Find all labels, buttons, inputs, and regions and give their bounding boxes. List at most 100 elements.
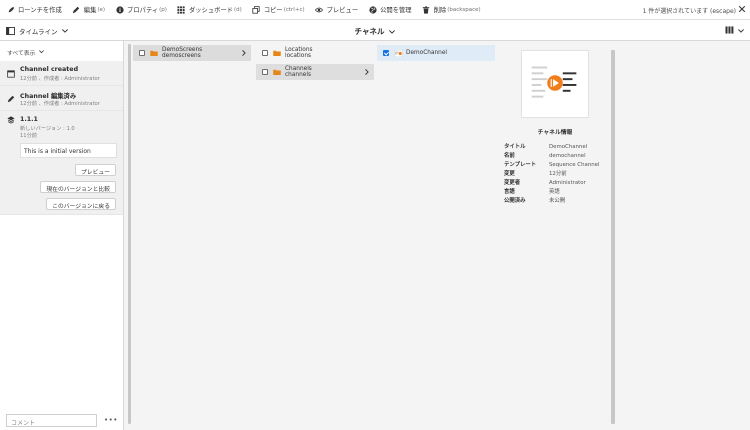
- info-key: 公開済み: [504, 198, 526, 204]
- action-shortcut: (ctrl+c): [283, 6, 305, 13]
- delete-button[interactable]: 削除 (backspace): [422, 5, 481, 14]
- timeline-entry-title: 1.1.1: [20, 116, 38, 123]
- chevron-down-icon: [738, 27, 744, 35]
- item-text: Locations locations: [285, 47, 313, 60]
- selection-count: 1 件が選択されています (escape): [642, 8, 736, 15]
- item-text: Channels channels: [285, 66, 312, 79]
- info-value: DemoChannel: [549, 144, 588, 150]
- compare-version-button[interactable]: 現在のバージョンと比較: [40, 181, 116, 193]
- panel-heading: チャネル情報: [537, 130, 573, 136]
- item-text: DemoScreens demoscreens: [162, 47, 202, 60]
- action-label: 削除: [433, 7, 447, 14]
- column-view: DemoScreens demoscreens Locations location…: [125, 41, 750, 430]
- copy-icon: [252, 5, 261, 14]
- channel-thumbnail: [521, 50, 589, 118]
- view-switcher-button[interactable]: [725, 26, 744, 36]
- more-options-icon[interactable]: •••: [104, 416, 118, 424]
- column-item-channels[interactable]: Channels channels: [256, 64, 374, 80]
- info-value: Sequence Channel: [549, 162, 600, 168]
- header-bar: タイムライン チャネル: [0, 20, 750, 41]
- action-label: プレビュー: [326, 7, 359, 14]
- action-shortcut: (e): [97, 6, 106, 13]
- info-value: 英語: [549, 189, 560, 195]
- page-title-text: チャネル: [354, 27, 385, 36]
- timeline-filter-label: すべて表示: [7, 51, 36, 57]
- info-row: 公開済み 未公開: [504, 196, 565, 204]
- item-checkbox[interactable]: [262, 69, 268, 75]
- item-title: Channels: [285, 65, 312, 72]
- pencil-icon: [7, 95, 15, 103]
- page-title[interactable]: チャネル: [0, 26, 750, 37]
- column-item-locations[interactable]: Locations locations: [256, 45, 374, 61]
- pencil-icon: [72, 5, 81, 14]
- action-label: 公開を管理: [380, 7, 412, 14]
- info-row: 言語 英語: [504, 187, 560, 195]
- timeline-entry[interactable]: Channel 編集済み 12分前 、作成者 : Administrator: [0, 86, 123, 111]
- preview-version-button[interactable]: プレビュー: [75, 164, 116, 176]
- item-checkbox[interactable]: [139, 50, 145, 56]
- column-item-demochannel[interactable]: DemoChannel: [377, 45, 495, 61]
- info-key: 変更: [504, 171, 515, 177]
- action-label: ローンチを作成: [18, 7, 62, 14]
- revert-version-button[interactable]: このバージョンに戻る: [46, 198, 116, 210]
- info-key: タイトル: [504, 144, 526, 150]
- page-icon: [7, 70, 15, 78]
- info-value: 未公開: [549, 198, 566, 204]
- info-key: 名前: [504, 153, 515, 159]
- item-name: locations: [285, 53, 312, 59]
- timeline-entry-meta: 新しいバージョン : 1.0: [20, 126, 75, 132]
- item-checkbox-checked[interactable]: [383, 50, 389, 56]
- copy-button[interactable]: コピー (ctrl+c): [252, 5, 305, 14]
- timeline-entry[interactable]: Channel created 12分前 、作成者 : Administrato…: [0, 61, 123, 86]
- item-name: channels: [285, 72, 311, 78]
- info-row: タイトル DemoChannel: [504, 142, 587, 150]
- action-bar: ローンチを作成 編集 (e) プロパティ (p) ダッシュボード (d) コピー (ct…: [0, 0, 750, 20]
- edit-button[interactable]: 編集 (e): [72, 5, 105, 14]
- scrollbar[interactable]: [611, 50, 615, 424]
- item-title: DemoChannel: [406, 49, 448, 56]
- action-shortcut: (backspace): [447, 6, 481, 13]
- column-view-icon: [725, 26, 734, 36]
- grid-icon: [177, 5, 186, 14]
- action-label: プロパティ: [127, 7, 159, 14]
- chevron-down-icon: [39, 50, 45, 56]
- timeline-entry-time: 11分前: [20, 133, 37, 139]
- action-label: コピー: [263, 7, 283, 14]
- version-comment: This is a initial version: [20, 143, 117, 158]
- info-key: 言語: [504, 189, 515, 195]
- chevron-down-icon: [389, 27, 396, 36]
- column-item-demoscreens[interactable]: DemoScreens demoscreens: [133, 45, 251, 61]
- item-checkbox[interactable]: [262, 50, 268, 56]
- folder-icon: [273, 50, 281, 56]
- globe-icon: [368, 5, 377, 14]
- info-key: テンプレート: [504, 162, 537, 168]
- action-shortcut: (p): [159, 6, 167, 13]
- chevron-right-icon: [242, 50, 246, 58]
- timeline-entry-title: Channel created: [20, 66, 79, 73]
- trash-icon: [422, 5, 431, 14]
- timeline-rail: すべて表示 Channel created 12分前 、作成者 : Admini…: [0, 41, 124, 430]
- timeline-filter[interactable]: すべて表示: [7, 48, 45, 57]
- info-row: 変更 12分前: [504, 169, 567, 177]
- info-value: demochannel: [549, 153, 586, 159]
- dashboard-button[interactable]: ダッシュボード (d): [177, 5, 242, 14]
- timeline-entry-title: Channel 編集済み: [20, 93, 77, 100]
- item-name: demoscreens: [162, 53, 201, 59]
- layers-icon: [7, 116, 15, 124]
- info-row: 変更者 Administrator: [504, 178, 586, 186]
- info-value: Administrator: [549, 180, 586, 186]
- scrollbar[interactable]: [128, 44, 131, 424]
- preview-button[interactable]: プレビュー: [315, 5, 358, 14]
- item-title: DemoScreens: [162, 46, 203, 53]
- timeline-version-entry[interactable]: 1.1.1 新しいバージョン : 1.0 11分前 This is a init…: [0, 111, 123, 215]
- eye-icon: [315, 5, 324, 14]
- channel-thumbnail-icon: [393, 49, 404, 58]
- info-row: テンプレート Sequence Channel: [504, 160, 599, 168]
- rocket-icon: [6, 5, 15, 14]
- comment-input[interactable]: コメント: [6, 414, 97, 427]
- close-icon[interactable]: [737, 4, 747, 14]
- properties-button[interactable]: プロパティ (p): [115, 5, 167, 14]
- action-label: 編集: [83, 7, 97, 14]
- create-launch-button[interactable]: ローンチを作成: [6, 5, 62, 14]
- manage-publication-button[interactable]: 公開を管理: [368, 5, 412, 14]
